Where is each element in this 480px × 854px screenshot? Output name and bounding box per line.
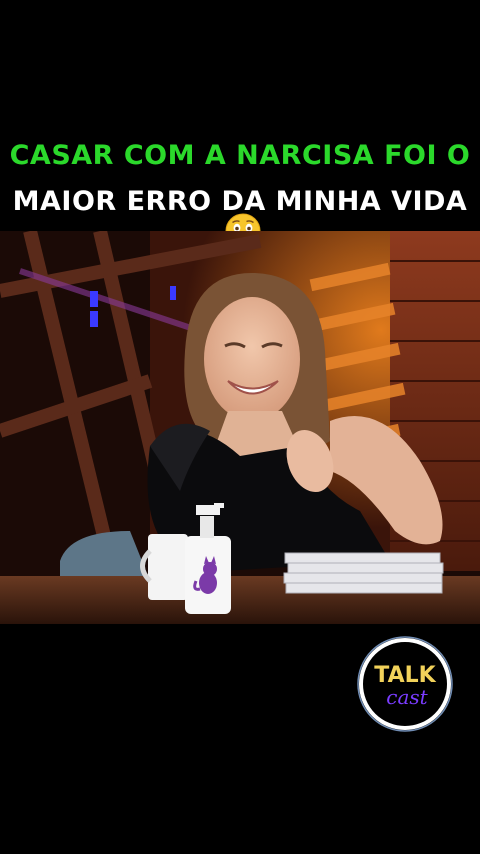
caption-text-1: CASAR COM A NARCISA FOI O bbox=[9, 140, 471, 171]
talkcast-logo-graphic: TALK cast bbox=[357, 636, 453, 732]
caption-line-1: CASAR COM A NARCISA FOI O bbox=[0, 140, 480, 171]
talk-show-scene bbox=[0, 231, 480, 624]
talkcast-logo: TALK cast bbox=[357, 636, 453, 732]
logo-bottom-text: cast bbox=[386, 685, 428, 709]
video-frame[interactable] bbox=[0, 231, 480, 624]
